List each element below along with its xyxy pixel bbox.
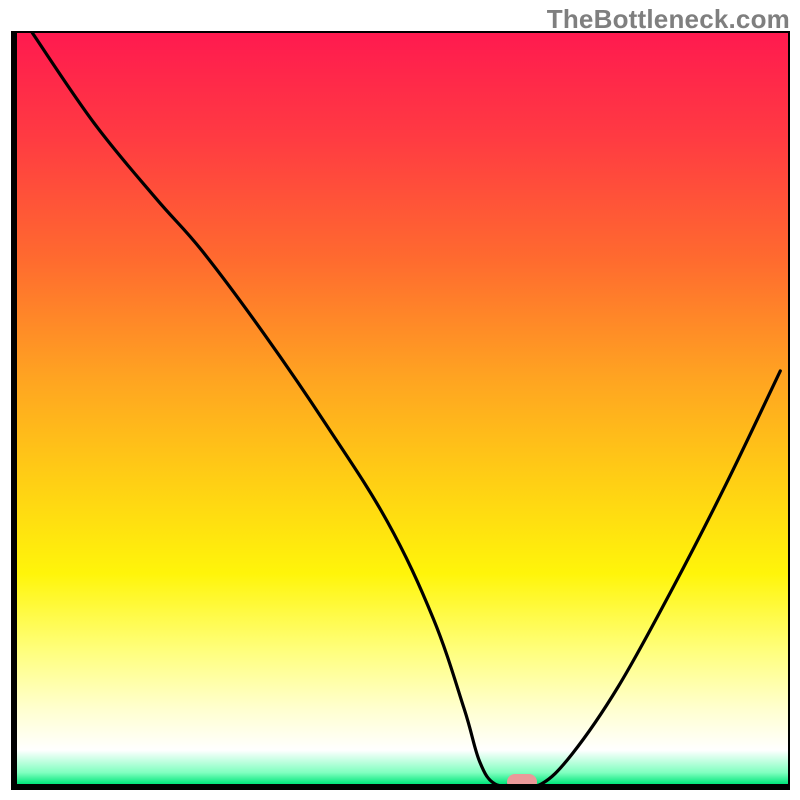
chart-plot-area [11,31,790,790]
chart-stage: TheBottleneck.com [0,0,800,800]
watermark-text: TheBottleneck.com [547,4,790,35]
chart-svg [17,33,788,784]
chart-background-gradient [17,33,788,784]
optimal-point-marker [507,774,537,790]
